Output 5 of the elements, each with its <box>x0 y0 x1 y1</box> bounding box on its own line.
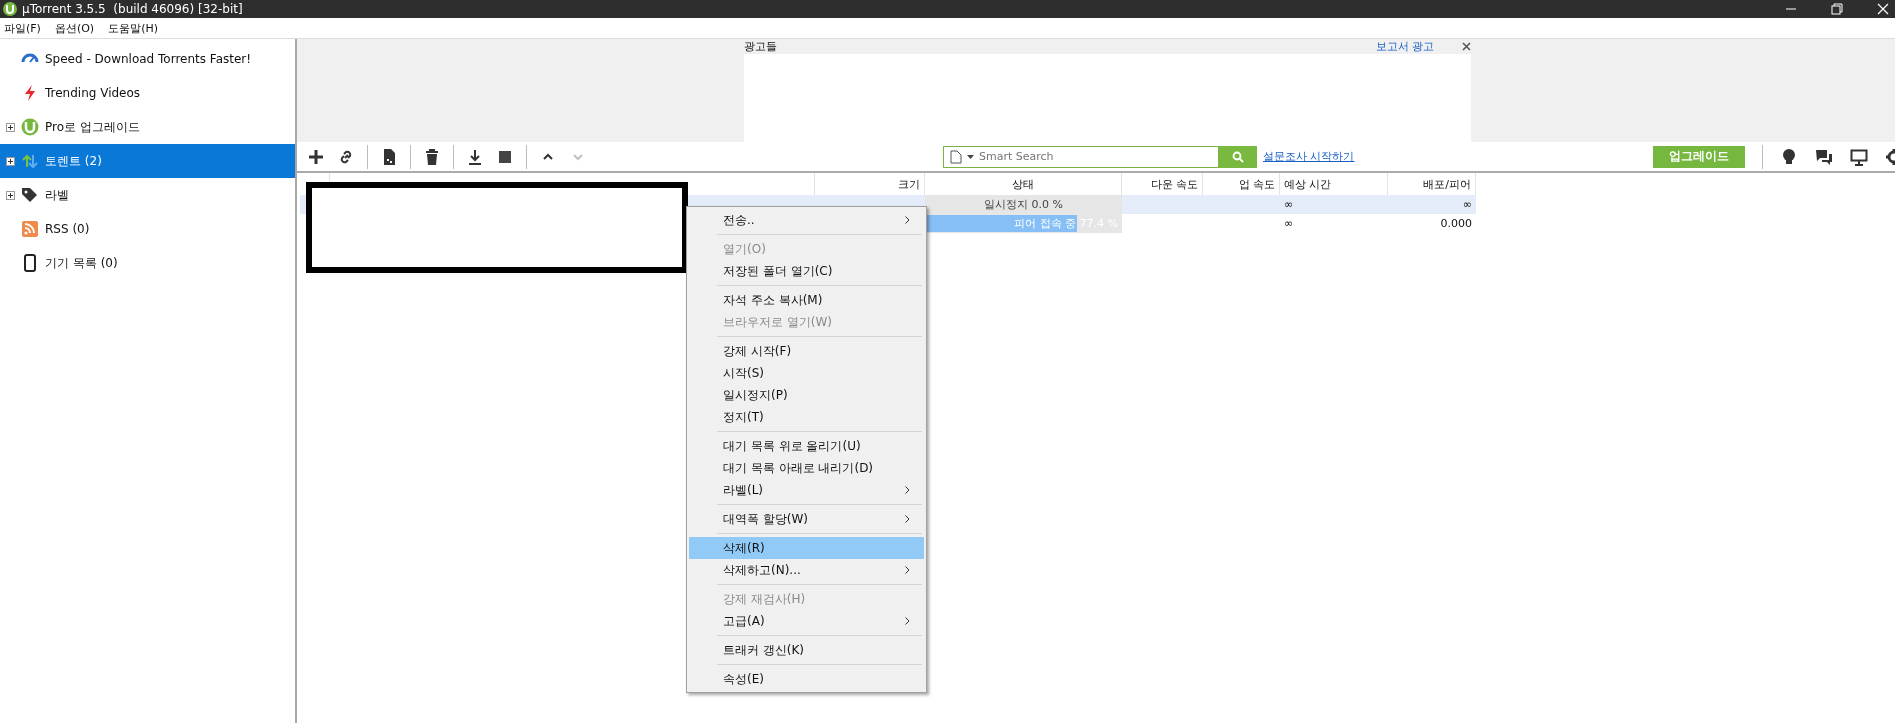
status-text: 일시정지 0.0 % <box>984 197 1063 212</box>
window-title: µTorrent 3.5.5 (build 46096) [32-bit] <box>22 2 243 16</box>
table-cell-text: ∞ <box>1283 216 1295 232</box>
ad-label: 광고들 <box>744 39 777 54</box>
table-cell-text: 0.000 <box>1439 216 1473 232</box>
